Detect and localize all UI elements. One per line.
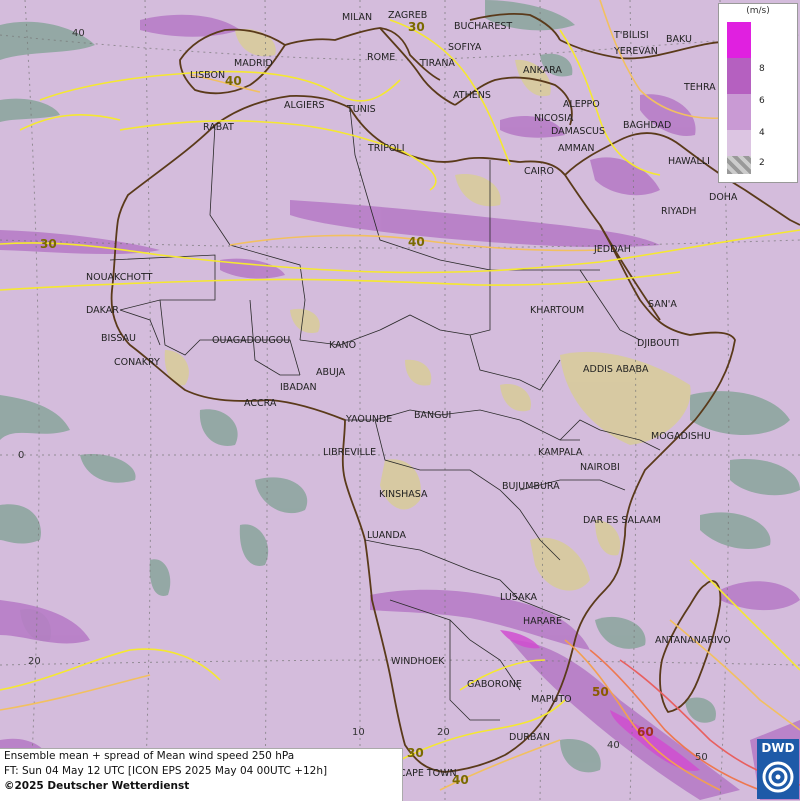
city-abuja: ABUJA	[316, 367, 346, 378]
city-jeddah: JEDDAH	[593, 244, 631, 255]
city-athens: ATHENS	[453, 90, 491, 101]
legend-tick-6: 6	[759, 96, 765, 106]
city-ouagadougou: OUAGADOUGOU	[212, 335, 290, 346]
city-yerevan: YEREVAN	[613, 46, 658, 57]
contour-label-60-south: 60	[637, 725, 654, 739]
lat-label-20: 20	[28, 656, 41, 667]
contour-label-30-north: 30	[408, 20, 425, 34]
lon-label-50: 50	[695, 752, 708, 763]
contour-label-40-lisbon: 40	[225, 74, 242, 88]
city-kinshasa: KINSHASA	[379, 489, 428, 500]
city-nairobi: NAIROBI	[580, 462, 620, 473]
city-lusaka: LUSAKA	[500, 592, 538, 603]
lat-label-40: 40	[72, 28, 85, 39]
legend-tick-2: 2	[759, 158, 765, 168]
legend-unit: (m/s)	[746, 6, 770, 16]
city-ibadan: IBADAN	[280, 382, 317, 393]
wind-speed-map: 30 40 30 40 50 60 30 40 40 0 20 10 20 40…	[0, 0, 800, 800]
city-ankara: ANKARA	[523, 65, 562, 76]
city-djibouti: DJIBOUTI	[637, 338, 679, 349]
city-hawalli: HAWALLI	[668, 156, 710, 167]
info-box: Ensemble mean + spread of Mean wind spee…	[0, 748, 403, 801]
dwd-logo: DWD	[757, 739, 799, 799]
contour-label-40-sahara: 40	[408, 235, 425, 249]
city-tbilisi: T'BILISI	[613, 30, 649, 41]
city-zagreb: ZAGREB	[388, 10, 427, 21]
city-bissau: BISSAU	[101, 333, 136, 344]
city-kano: KANO	[329, 340, 356, 351]
legend-swatch-above-8	[727, 22, 751, 58]
lon-label-40: 40	[607, 740, 620, 751]
city-bucharest: BUCHAREST	[454, 21, 512, 32]
city-durban: DURBAN	[509, 732, 550, 743]
legend-swatch-6-8	[727, 58, 751, 94]
city-libreville: LIBREVILLE	[323, 447, 376, 458]
city-tehran: TEHRA	[683, 82, 716, 93]
city-amman: AMMAN	[558, 143, 595, 154]
city-conakry: CONAKRY	[114, 357, 160, 368]
city-nicosia: NICOSIA	[534, 113, 574, 124]
city-lisbon: LISBON	[190, 70, 225, 81]
city-addis: ADDIS ABABA	[583, 364, 649, 375]
lon-label-10: 10	[352, 727, 365, 738]
city-tirana: TIRANA	[419, 58, 455, 69]
city-sofiya: SOFIYA	[448, 42, 482, 53]
city-aleppo: ALEPPO	[563, 99, 600, 110]
legend-tick-8: 8	[759, 64, 765, 74]
city-khartoum: KHARTOUM	[530, 305, 584, 316]
city-antananarivo: ANTANANARIVO	[655, 635, 731, 646]
city-harare: HARARE	[523, 616, 562, 627]
city-riyadh: RIYADH	[661, 206, 696, 217]
city-dares: DAR ES SALAAM	[583, 515, 661, 526]
city-mogadishu: MOGADISHU	[651, 431, 711, 442]
city-bujumbura: BUJUMBURA	[502, 481, 560, 492]
lon-label-20: 20	[437, 727, 450, 738]
city-baghdad: BAGHDAD	[623, 120, 671, 131]
city-accra: ACCRA	[244, 398, 277, 409]
copyright: ©2025 Deutscher Wetterdienst	[4, 780, 190, 792]
city-madrid: MADRID	[234, 58, 273, 69]
city-yaounde: YAOUNDE	[345, 414, 392, 425]
lat-label-0: 0	[18, 450, 24, 461]
dwd-swirl-icon	[762, 761, 794, 793]
forecast-time: FT: Sun 04 May 12 UTC [ICON EPS 2025 May…	[4, 765, 328, 777]
city-milan: MILAN	[342, 12, 372, 23]
legend-swatch-4-6	[727, 94, 751, 130]
city-baku: BAKU	[666, 34, 692, 45]
city-luanda: LUANDA	[367, 530, 407, 541]
dwd-logo-text: DWD	[761, 741, 795, 755]
legend-swatch-2-4	[727, 130, 751, 156]
contour-label-30-west: 30	[40, 237, 57, 251]
city-bangui: BANGUI	[414, 410, 451, 421]
legend-swatch-below-2	[727, 156, 751, 174]
city-dakar: DAKAR	[86, 305, 119, 316]
city-nouakchott: NOUAKCHOTT	[86, 272, 153, 283]
city-algiers: ALGIERS	[284, 100, 325, 111]
legend-tick-4: 4	[759, 128, 765, 138]
city-maputo: MAPUTO	[531, 694, 572, 705]
city-kampala: KAMPALA	[538, 447, 583, 458]
city-doha: DOHA	[709, 192, 738, 203]
product-title: Ensemble mean + spread of Mean wind spee…	[4, 750, 295, 762]
city-rome: ROME	[367, 52, 395, 63]
color-legend: (m/s) 8 6 4 2	[718, 3, 798, 183]
contour-label-30-cape: 30	[407, 746, 424, 760]
city-damascus: DAMASCUS	[551, 126, 605, 137]
city-gaborone: GABORONE	[467, 679, 522, 690]
city-capetown: CAPE TOWN	[399, 768, 457, 779]
city-sana: SAN'A	[648, 299, 677, 310]
city-tunis: TUNIS	[346, 104, 376, 115]
city-tripoli: TRIPOLI	[367, 143, 405, 154]
city-cairo: CAIRO	[524, 166, 554, 177]
city-rabat: RABAT	[203, 122, 234, 133]
city-windhoek: WINDHOEK	[391, 656, 445, 667]
contour-label-50-south: 50	[592, 685, 609, 699]
